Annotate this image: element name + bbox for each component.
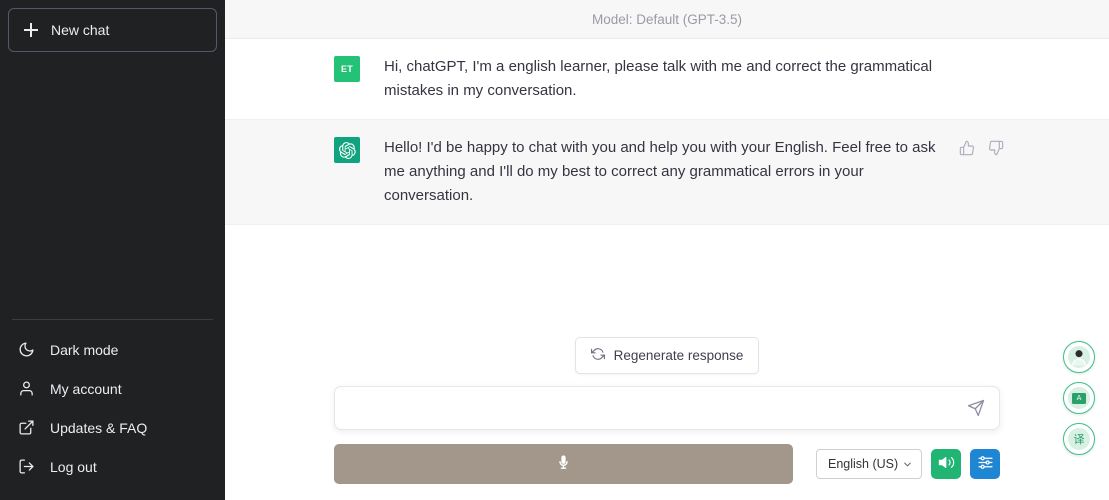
message-text: Hello! I'd be happy to chat with you and… xyxy=(384,139,936,204)
message-text: Hi, chatGPT, I'm a english learner, plea… xyxy=(384,58,933,99)
send-icon[interactable] xyxy=(967,399,985,417)
main-panel: Model: Default (GPT-3.5) ET Hi, chatGPT,… xyxy=(225,0,1109,500)
new-chat-label: New chat xyxy=(51,22,110,38)
regenerate-label: Regenerate response xyxy=(613,348,744,363)
language-select[interactable]: English (US) xyxy=(816,449,922,479)
right-controls: English (US) xyxy=(816,449,1000,479)
regenerate-response-button[interactable]: Regenerate response xyxy=(574,337,760,374)
sidebar-chat-list xyxy=(0,52,225,319)
avatar-user: ET xyxy=(334,56,360,82)
sliders-icon xyxy=(977,454,994,474)
sidebar-divider xyxy=(12,319,213,320)
chat-input-wrapper[interactable] xyxy=(334,386,1000,430)
floating-flashcard-button[interactable]: A xyxy=(1063,382,1095,414)
avatar-assistant xyxy=(334,137,360,163)
sidebar-item-log-out[interactable]: Log out xyxy=(0,447,225,486)
message-assistant: Hello! I'd be happy to chat with you and… xyxy=(225,119,1109,225)
sidebar: New chat Dark mode My account Updates & … xyxy=(0,0,225,500)
chatgpt-app: New chat Dark mode My account Updates & … xyxy=(0,0,1109,500)
settings-button[interactable] xyxy=(970,449,1000,479)
refresh-icon xyxy=(590,347,605,364)
external-link-icon xyxy=(18,419,35,436)
chat-input[interactable] xyxy=(351,387,967,429)
plus-icon xyxy=(23,22,39,38)
thumbs-up-icon[interactable] xyxy=(958,139,975,156)
model-bar: Model: Default (GPT-3.5) xyxy=(225,0,1109,39)
sidebar-item-updates-faq[interactable]: Updates & FAQ xyxy=(0,408,225,447)
translate-glyph: 译 xyxy=(1073,432,1085,446)
sidebar-item-dark-mode[interactable]: Dark mode xyxy=(0,330,225,369)
microphone-icon xyxy=(555,454,572,474)
language-select-value: English (US) xyxy=(828,457,899,471)
flashcard-glyph: A xyxy=(1072,392,1086,404)
speaker-icon xyxy=(938,454,955,474)
sidebar-item-label: Dark mode xyxy=(50,341,119,358)
sidebar-item-label: Log out xyxy=(50,458,97,475)
sidebar-item-label: My account xyxy=(50,380,122,397)
message-user: ET Hi, chatGPT, I'm a english learner, p… xyxy=(225,39,1109,119)
model-label: Model: Default (GPT-3.5) xyxy=(591,11,743,27)
openai-logo-icon xyxy=(338,141,356,159)
logout-icon xyxy=(18,458,35,475)
conversation-thread: ET Hi, chatGPT, I'm a english learner, p… xyxy=(225,39,1109,337)
new-chat-button[interactable]: New chat xyxy=(8,8,217,52)
regenerate-row: Regenerate response xyxy=(225,337,1109,374)
avatar-initials: ET xyxy=(340,64,354,74)
translate-icon: 译 xyxy=(1068,428,1090,450)
moon-icon xyxy=(18,341,35,358)
person-icon xyxy=(18,380,35,397)
sidebar-item-label: Updates & FAQ xyxy=(50,419,148,436)
bottom-controls-row: English (US) xyxy=(334,444,1000,484)
composer: Regenerate response English (US) xyxy=(225,337,1109,500)
chevron-down-icon xyxy=(902,459,913,470)
floating-action-buttons: A 译 xyxy=(1063,341,1095,455)
floating-translate-button[interactable]: 译 xyxy=(1063,423,1095,455)
message-actions xyxy=(958,139,1004,156)
sidebar-bottom-menu: Dark mode My account Updates & FAQ Log o… xyxy=(0,330,225,500)
sidebar-item-my-account[interactable]: My account xyxy=(0,369,225,408)
thumbs-down-icon[interactable] xyxy=(987,139,1004,156)
floating-avatar-button[interactable] xyxy=(1063,341,1095,373)
speaker-button[interactable] xyxy=(931,449,961,479)
flashcard-icon: A xyxy=(1068,387,1090,409)
person-avatar-icon xyxy=(1068,346,1090,368)
microphone-button[interactable] xyxy=(334,444,793,484)
person-glyph-icon xyxy=(1072,350,1086,366)
